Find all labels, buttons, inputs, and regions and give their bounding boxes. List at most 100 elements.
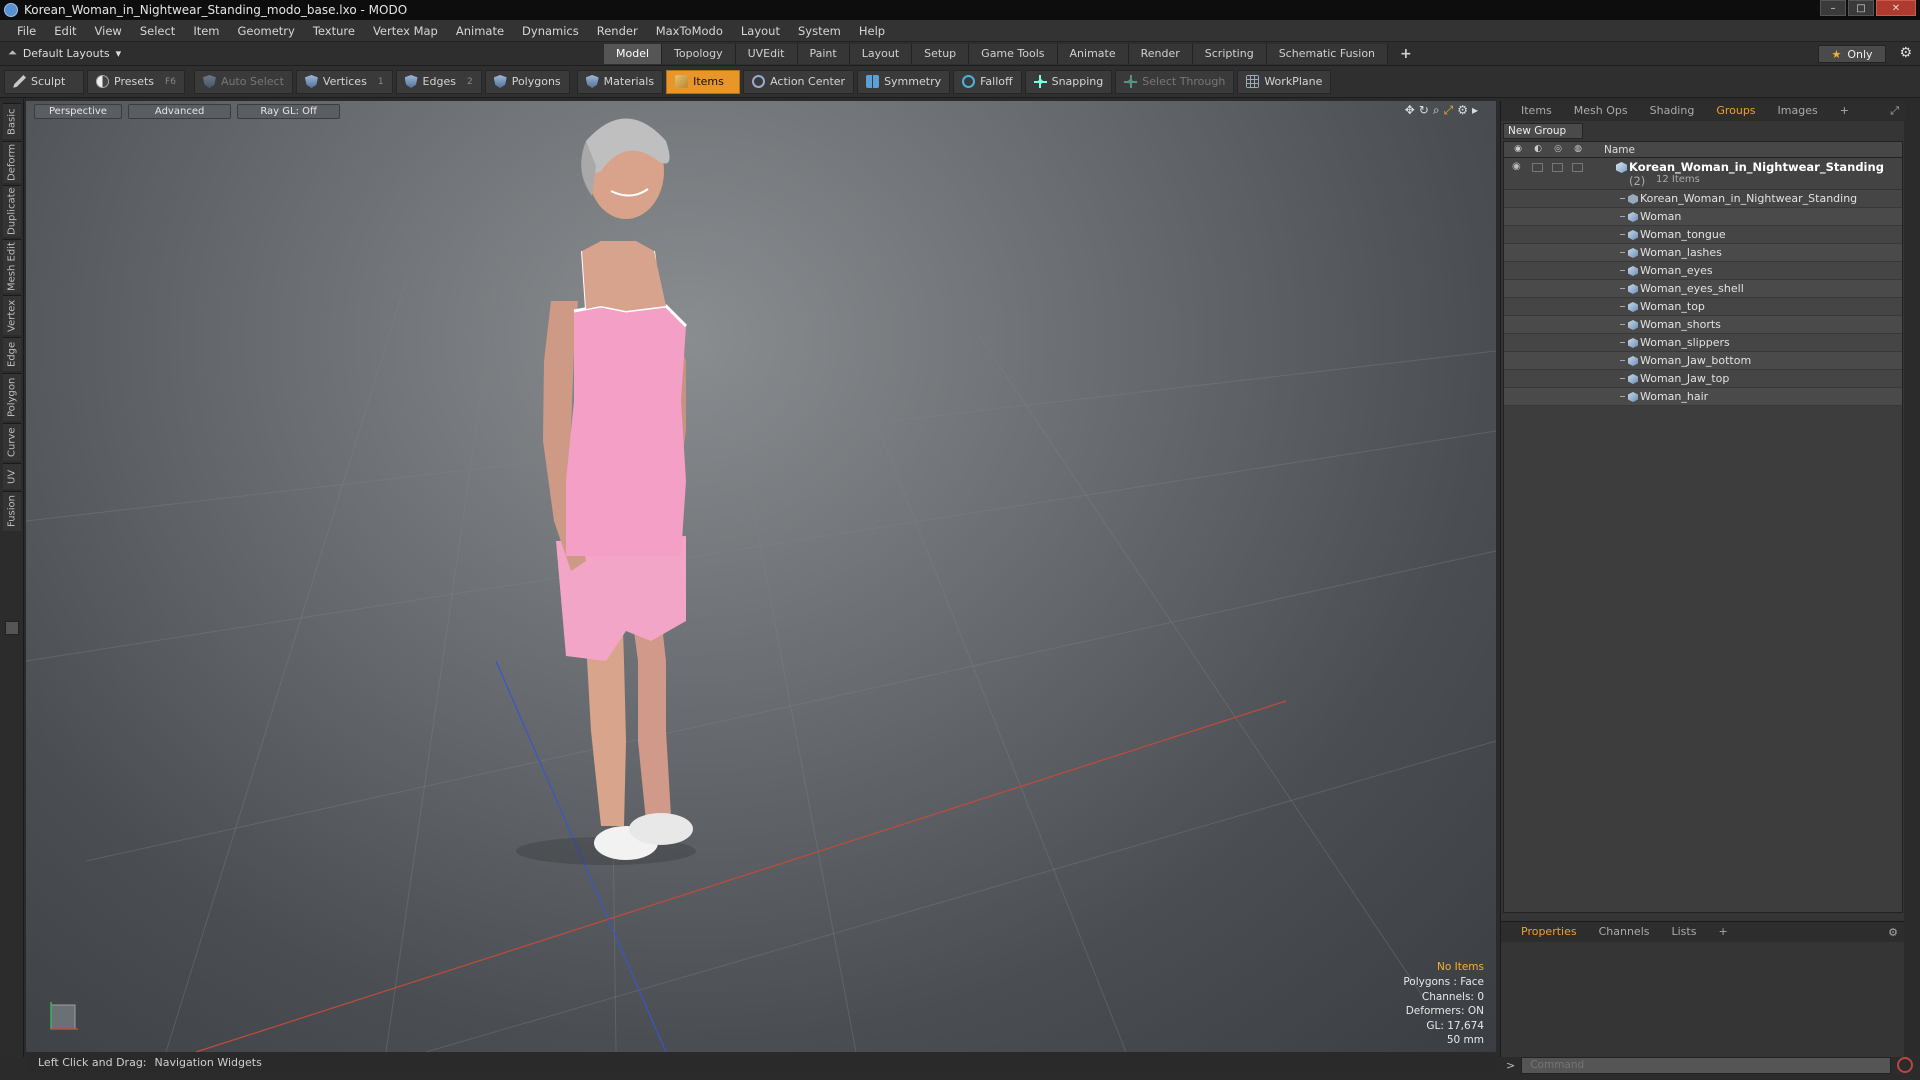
eye-icon[interactable]: ◉ [1512, 161, 1524, 172]
visibility-column-icon[interactable]: ◉ [1510, 144, 1526, 156]
menu-view[interactable]: View [86, 24, 131, 38]
zoom-icon[interactable]: ⌕ [1433, 103, 1440, 118]
list-item[interactable]: Woman_top [1504, 298, 1902, 316]
vtab-deform[interactable]: Deform [3, 141, 21, 183]
auto-select-button[interactable]: Auto Select [193, 69, 293, 94]
menu-render[interactable]: Render [588, 24, 647, 38]
menu-vertex-map[interactable]: Vertex Map [364, 24, 447, 38]
fit-icon[interactable]: ⤢ [1444, 103, 1454, 118]
minimize-button[interactable]: – [1820, 0, 1846, 16]
list-item[interactable]: Woman_eyes [1504, 262, 1902, 280]
pan-icon[interactable]: ✥ [1405, 103, 1415, 118]
menu-texture[interactable]: Texture [304, 24, 364, 38]
vtab-polygon[interactable]: Polygon [3, 373, 21, 421]
tab-groups[interactable]: Groups [1706, 102, 1765, 120]
close-button[interactable]: ✕ [1876, 0, 1916, 16]
menu-select[interactable]: Select [131, 24, 184, 38]
list-item[interactable]: Woman_hair [1504, 388, 1902, 406]
menu-system[interactable]: System [789, 24, 850, 38]
list-item[interactable]: Woman_shorts [1504, 316, 1902, 334]
list-item[interactable]: Korean_Woman_in_Nightwear_Standing [1504, 190, 1902, 208]
list-item[interactable]: Woman_Jaw_top [1504, 370, 1902, 388]
render-column-icon[interactable]: ◐ [1530, 144, 1546, 156]
tab-images[interactable]: Images [1768, 102, 1828, 120]
falloff-button[interactable]: Falloff [953, 69, 1022, 94]
select-through-button[interactable]: Select Through [1115, 69, 1235, 94]
raygl-button[interactable]: Ray GL: Off [237, 104, 340, 119]
3d-viewport[interactable]: Perspective Advanced Ray GL: Off ✥ ↻ ⌕ ⤢… [26, 101, 1496, 1052]
render-toggle[interactable] [1532, 163, 1543, 172]
materials-button[interactable]: Materials [576, 69, 664, 94]
tab-model[interactable]: Model [604, 44, 663, 64]
select-column-icon[interactable]: ◍ [1570, 144, 1586, 156]
tab-setup[interactable]: Setup [912, 44, 970, 64]
tab-scripting[interactable]: Scripting [1192, 44, 1267, 64]
vtab-uv[interactable]: UV [3, 463, 21, 489]
tab-layout[interactable]: Layout [849, 44, 913, 64]
add-properties-tab-button[interactable]: + [1708, 923, 1737, 941]
list-item[interactable]: Woman_lashes [1504, 244, 1902, 262]
layout-selector[interactable]: ⏶ Default Layouts ▾ [8, 46, 121, 60]
gear-icon[interactable]: ⚙ [1899, 45, 1912, 61]
view-perspective-button[interactable]: Perspective [34, 104, 122, 119]
menu-help[interactable]: Help [850, 24, 894, 38]
tab-properties[interactable]: Properties [1511, 923, 1587, 941]
snapping-button[interactable]: Snapping [1024, 69, 1113, 94]
list-item[interactable]: Woman_slippers [1504, 334, 1902, 352]
rotate-icon[interactable]: ↻ [1419, 103, 1429, 118]
list-item[interactable]: Woman_eyes_shell [1504, 280, 1902, 298]
advanced-button[interactable]: Advanced [127, 104, 232, 119]
add-panel-tab-button[interactable]: + [1830, 102, 1859, 120]
tab-paint[interactable]: Paint [797, 44, 850, 64]
vtab-edge[interactable]: Edge [3, 337, 21, 371]
viewport-gear-icon[interactable]: ⚙ [1457, 103, 1468, 118]
items-button[interactable]: Items [666, 69, 741, 94]
tab-items[interactable]: Items [1511, 102, 1562, 120]
tab-lists[interactable]: Lists [1662, 923, 1707, 941]
polygons-button[interactable]: Polygons [484, 69, 570, 94]
menu-dynamics[interactable]: Dynamics [513, 24, 588, 38]
name-column-header[interactable]: Name [1602, 144, 1635, 156]
tab-channels[interactable]: Channels [1589, 923, 1660, 941]
command-input[interactable] [1521, 1056, 1892, 1074]
tab-topology[interactable]: Topology [662, 44, 736, 64]
menu-layout[interactable]: Layout [732, 24, 789, 38]
viewport-menu-arrow-icon[interactable]: ▸ [1472, 103, 1478, 118]
tab-uvedit[interactable]: UVEdit [735, 44, 798, 64]
list-item[interactable]: Woman_Jaw_bottom [1504, 352, 1902, 370]
panel-expand-icon[interactable]: ⤢ [1890, 104, 1899, 118]
vtab-mesh-edit[interactable]: Mesh Edit [3, 239, 21, 293]
command-history-icon[interactable] [1897, 1057, 1914, 1073]
tab-shading[interactable]: Shading [1640, 102, 1705, 120]
vtab-curve[interactable]: Curve [3, 423, 21, 461]
sculpt-button[interactable]: Sculpt [4, 69, 84, 94]
tab-animate[interactable]: Animate [1057, 44, 1129, 64]
action-center-button[interactable]: Action Center [743, 69, 855, 94]
vertices-button[interactable]: Vertices 1 [295, 69, 393, 94]
vtab-basic[interactable]: Basic [3, 103, 21, 139]
menu-maxtomodo[interactable]: MaxToModo [647, 24, 732, 38]
menu-item[interactable]: Item [184, 24, 228, 38]
tool-strip-toggle[interactable] [5, 621, 19, 635]
vtab-duplicate[interactable]: Duplicate [3, 185, 21, 237]
menu-file[interactable]: File [8, 24, 45, 38]
add-tab-button[interactable]: + [1388, 44, 1424, 64]
list-item[interactable]: Woman_tongue [1504, 226, 1902, 244]
symmetry-button[interactable]: Symmetry [857, 69, 951, 94]
vtab-fusion[interactable]: Fusion [3, 491, 21, 531]
menu-geometry[interactable]: Geometry [229, 24, 304, 38]
list-item[interactable]: Woman [1504, 208, 1902, 226]
workplane-button[interactable]: WorkPlane [1237, 69, 1332, 94]
presets-button[interactable]: Presets F6 [87, 69, 185, 94]
menu-animate[interactable]: Animate [447, 24, 513, 38]
tab-game-tools[interactable]: Game Tools [969, 44, 1058, 64]
vtab-vertex[interactable]: Vertex [3, 295, 21, 335]
tab-mesh-ops[interactable]: Mesh Ops [1564, 102, 1638, 120]
menu-edit[interactable]: Edit [45, 24, 85, 38]
group-row[interactable]: ◉ Korean_Woman_in_Nightwear_Standing (2)… [1504, 158, 1902, 190]
only-button[interactable]: ★ Only [1818, 45, 1886, 63]
select-toggle[interactable] [1572, 163, 1583, 172]
tab-render[interactable]: Render [1128, 44, 1193, 64]
tab-schematic-fusion[interactable]: Schematic Fusion [1266, 44, 1389, 64]
lock-column-icon[interactable]: ◎ [1550, 144, 1566, 156]
